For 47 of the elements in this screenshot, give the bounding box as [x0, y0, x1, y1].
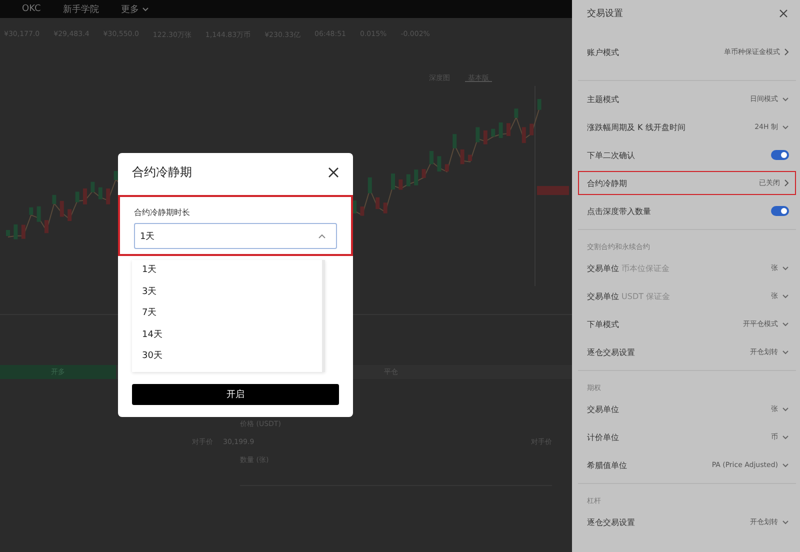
setting-label: 下单二次确认: [587, 150, 636, 160]
chevron-right-icon: [784, 48, 789, 56]
caret-icon: [782, 462, 789, 468]
caret-icon: [782, 96, 789, 102]
nav-link[interactable]: OKC: [22, 4, 41, 14]
dropdown-option[interactable]: 1天: [142, 260, 322, 282]
field-label: 合约冷静期时长: [134, 207, 191, 218]
nav-link[interactable]: 更多: [120, 2, 149, 16]
toggle-switch[interactable]: [771, 150, 789, 160]
caret-icon: [318, 234, 326, 238]
setting-label: 账户模式: [587, 46, 620, 58]
enable-button[interactable]: 开启: [132, 384, 339, 404]
setting-label: 涨跌幅周期及 K 线开盘时间: [587, 122, 686, 132]
setting-label: 合约冷静期: [587, 178, 628, 188]
toggle-switch[interactable]: [771, 206, 789, 216]
setting-label: 逐仓交易设置: [587, 346, 636, 358]
caret-icon: [782, 266, 789, 270]
settings-row[interactable]: 下单二次确认: [578, 143, 796, 167]
setting-label: 交易单位: [587, 404, 620, 414]
caret-icon: [782, 520, 789, 524]
setting-label: 计价单位: [587, 432, 620, 442]
dropdown-option[interactable]: 30天: [142, 346, 322, 368]
dropdown-option[interactable]: 7天: [142, 303, 322, 324]
setting-label: 希腊值单位: [587, 460, 628, 470]
close-icon[interactable]: [328, 166, 339, 178]
close-icon[interactable]: [779, 8, 788, 18]
caret-icon: [782, 406, 789, 412]
setting-label: 逐仓交易设置: [587, 516, 636, 528]
setting-label: 点击深度带入数量: [587, 206, 652, 216]
dialog-title: 合约冷静期: [132, 164, 192, 180]
chevron-right-icon: [784, 179, 789, 187]
setting-label: 交易单位 币本位保证金: [587, 262, 671, 274]
caret-icon: [782, 434, 789, 440]
caret-icon: [782, 350, 789, 354]
dropdown-option[interactable]: 14天: [142, 324, 322, 346]
nav-link[interactable]: 新手学院: [62, 2, 99, 16]
caret-icon: [782, 124, 789, 130]
settings-row[interactable]: 点击深度带入数量: [578, 199, 796, 223]
setting-label: 交易单位 USDT 保证金: [587, 290, 672, 302]
setting-label: 下单模式: [587, 318, 620, 330]
duration-select[interactable]: 1天: [134, 223, 337, 249]
caret-icon: [782, 294, 789, 298]
dropdown-option[interactable]: 3天: [142, 282, 322, 303]
panel-title: 交易设置: [587, 8, 623, 20]
caret-icon: [782, 322, 789, 326]
price-tag: [537, 186, 569, 195]
setting-label: 主题模式: [587, 94, 620, 104]
